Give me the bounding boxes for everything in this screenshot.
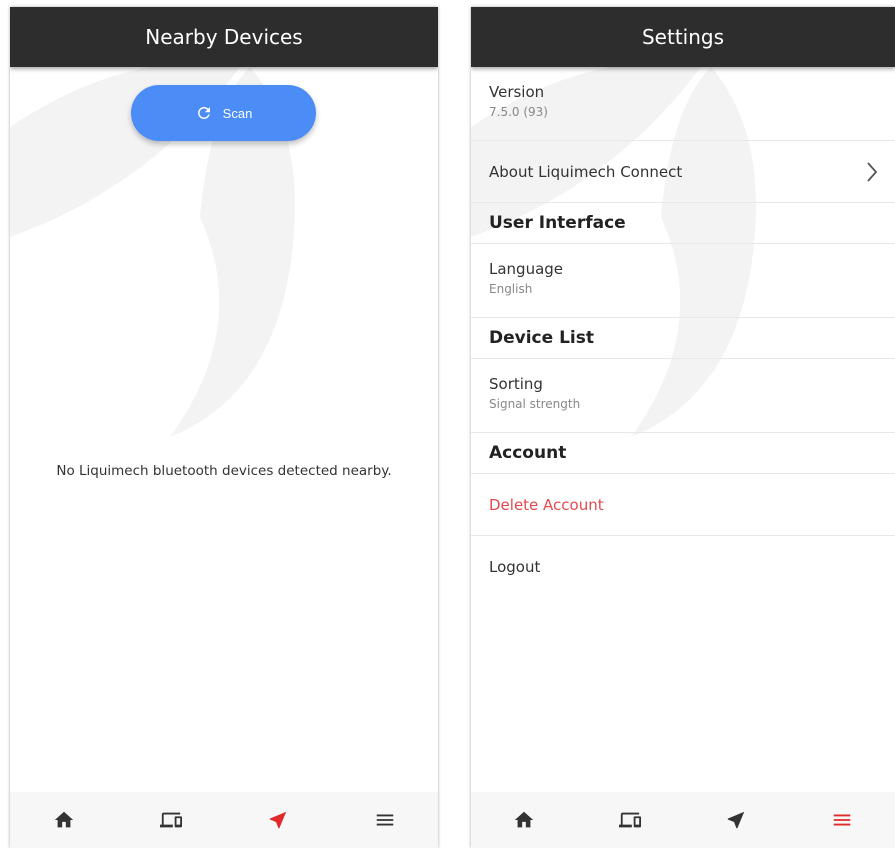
- navigation-icon: [269, 811, 286, 829]
- bottom-navigation: [471, 792, 895, 848]
- delete-account-row[interactable]: Delete Account: [471, 474, 895, 536]
- page-title: Settings: [641, 25, 725, 49]
- delete-account-label: Delete Account: [489, 495, 604, 514]
- section-header: Account: [489, 443, 567, 463]
- section-account: Account: [471, 433, 895, 474]
- section-user-interface: User Interface: [471, 203, 895, 244]
- sorting-value: Signal strength: [489, 397, 581, 411]
- settings-list: Version 7.5.0 (93) About Liquimech Conne…: [471, 67, 895, 598]
- home-icon: [514, 811, 534, 828]
- nav-devices[interactable]: [610, 800, 650, 840]
- section-header: User Interface: [489, 213, 626, 233]
- menu-icon: [833, 814, 851, 826]
- version-label: Version: [489, 83, 545, 101]
- page-title: Nearby Devices: [145, 25, 303, 49]
- logout-row[interactable]: Logout: [471, 536, 895, 598]
- nav-menu[interactable]: [822, 800, 862, 840]
- about-label: About Liquimech Connect: [489, 162, 683, 181]
- menu-icon: [376, 814, 393, 826]
- bottom-navigation: [10, 792, 438, 848]
- scan-button-label: Scan: [222, 105, 253, 121]
- language-label: Language: [489, 260, 564, 278]
- app-bar: Settings: [471, 7, 895, 67]
- home-icon: [54, 811, 73, 828]
- nav-nearby[interactable]: [258, 800, 298, 840]
- sorting-row[interactable]: Sorting Signal strength: [471, 359, 895, 433]
- section-device-list: Device List: [471, 318, 895, 359]
- version-value: 7.5.0 (93): [489, 105, 548, 119]
- nav-home[interactable]: [44, 800, 84, 840]
- devices-icon: [159, 812, 182, 828]
- app-bar: Nearby Devices: [10, 7, 438, 67]
- empty-state-message: No Liquimech bluetooth devices detected …: [56, 463, 392, 479]
- section-header: Device List: [489, 328, 594, 348]
- logout-label: Logout: [489, 558, 541, 576]
- about-row[interactable]: About Liquimech Connect: [471, 141, 895, 203]
- devices-icon: [619, 812, 641, 828]
- nav-home[interactable]: [504, 800, 544, 840]
- version-row: Version 7.5.0 (93): [471, 67, 895, 141]
- settings-screen: Settings Version 7.5.0 (93) About Liquim…: [471, 7, 895, 848]
- refresh-icon: [197, 107, 210, 119]
- chevron-right-icon: [867, 161, 878, 182]
- nav-nearby[interactable]: [716, 800, 756, 840]
- nav-menu[interactable]: [365, 800, 405, 840]
- nav-devices[interactable]: [151, 800, 191, 840]
- language-row[interactable]: Language English: [471, 244, 895, 318]
- sorting-label: Sorting: [489, 375, 543, 393]
- scan-button[interactable]: Scan: [131, 85, 316, 141]
- language-value: English: [489, 282, 533, 296]
- nearby-devices-screen: Nearby Devices Scan No Liquimech bluetoo…: [10, 7, 438, 848]
- navigation-icon: [727, 811, 745, 829]
